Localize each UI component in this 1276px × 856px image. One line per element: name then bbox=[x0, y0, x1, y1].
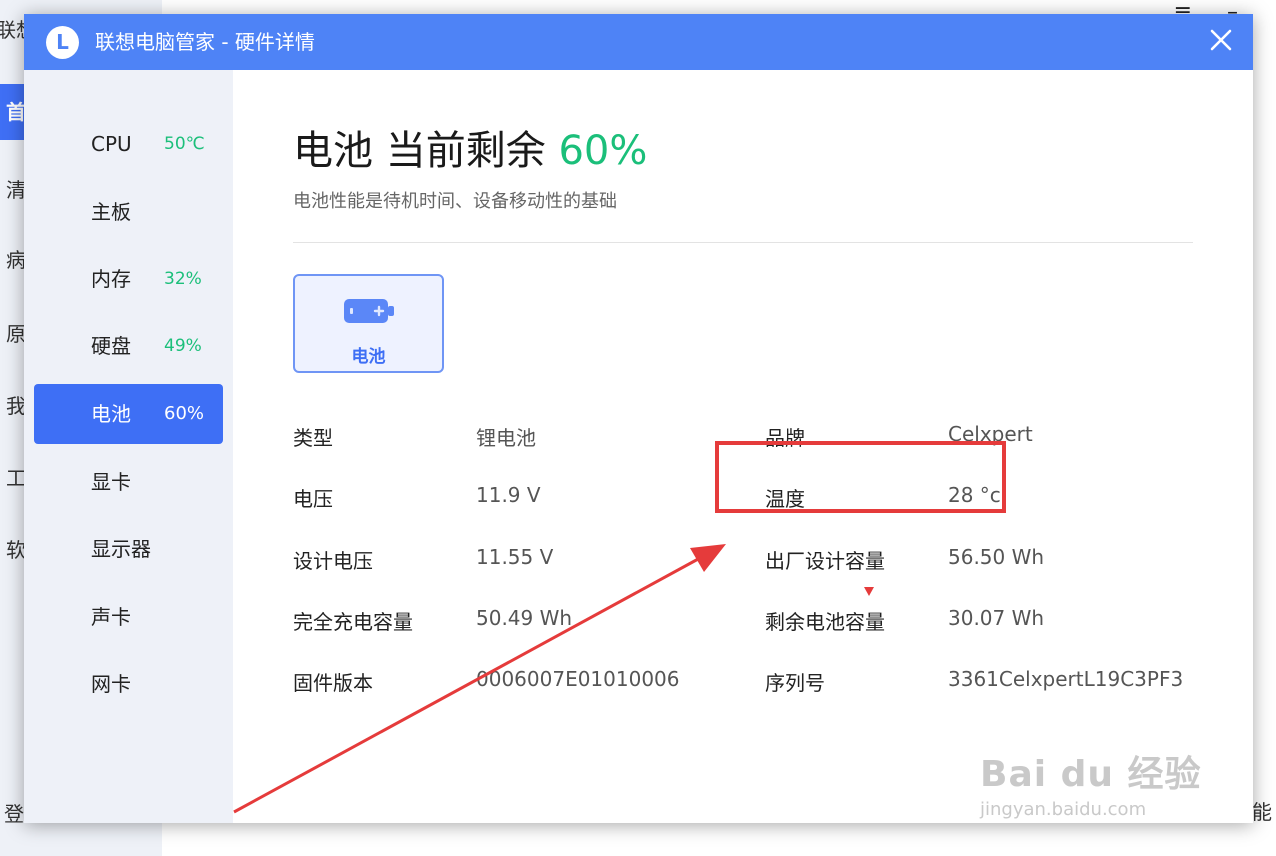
watermark-url: jingyan.baidu.com bbox=[980, 799, 1147, 820]
baidu-watermark: Bai du 经验 jingyan.baidu.com bbox=[980, 745, 1202, 820]
watermark-logo-text: Bai du 经验 bbox=[980, 754, 1202, 795]
annotation-arrow bbox=[233, 544, 726, 814]
